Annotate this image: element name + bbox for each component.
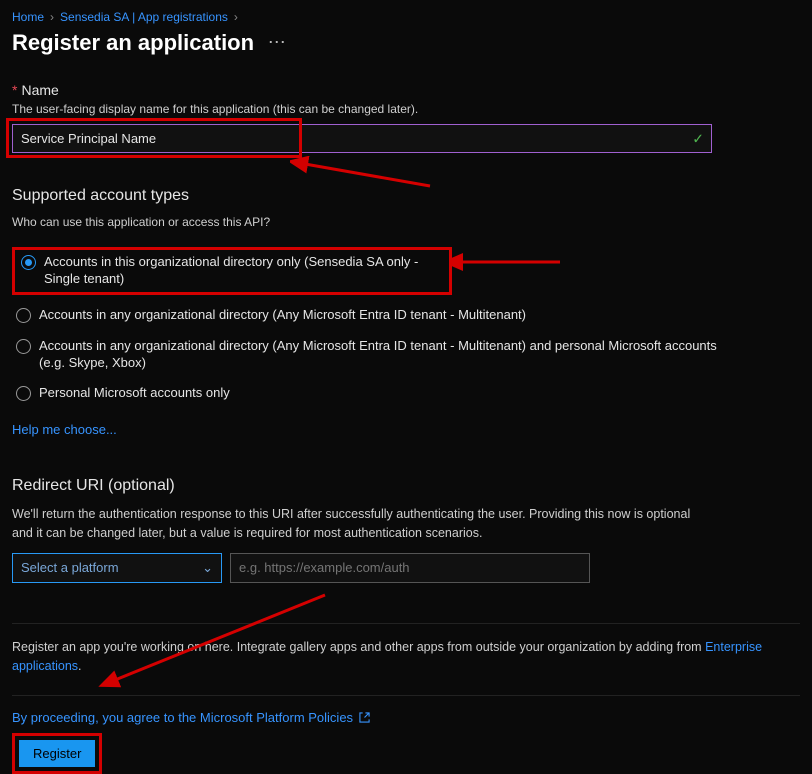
chevron-right-icon: ›: [50, 10, 54, 24]
account-type-personal-only[interactable]: Personal Microsoft accounts only: [12, 383, 800, 404]
account-types-question: Who can use this application or access t…: [12, 215, 800, 229]
radio-icon: [16, 386, 31, 401]
chevron-right-icon: ›: [234, 10, 238, 24]
radio-icon: [16, 339, 31, 354]
breadcrumb-tenant[interactable]: Sensedia SA | App registrations: [60, 10, 228, 24]
page-title: Register an application: [12, 30, 254, 56]
account-type-multitenant-personal[interactable]: Accounts in any organizational directory…: [12, 336, 800, 374]
name-description: The user-facing display name for this ap…: [12, 102, 800, 116]
display-name-input[interactable]: [12, 124, 712, 153]
redirect-uri-input[interactable]: [230, 553, 590, 583]
external-link-icon: [359, 712, 370, 723]
platform-policies-link[interactable]: By proceeding, you agree to the Microsof…: [12, 710, 353, 725]
account-types-radio-group: Accounts in this organizational director…: [12, 247, 800, 404]
more-actions-button[interactable]: ⋯: [268, 32, 286, 52]
account-type-multitenant[interactable]: Accounts in any organizational directory…: [12, 305, 800, 326]
checkmark-icon: ✓: [692, 130, 704, 147]
breadcrumb: Home › Sensedia SA | App registrations ›: [12, 10, 800, 24]
required-star-icon: *: [12, 82, 17, 98]
register-button[interactable]: Register: [19, 740, 95, 767]
breadcrumb-home[interactable]: Home: [12, 10, 44, 24]
chevron-down-icon: ⌄: [202, 560, 213, 576]
redirect-uri-heading: Redirect URI (optional): [12, 477, 800, 495]
platform-select[interactable]: Select a platform ⌄: [12, 553, 222, 583]
account-type-single-tenant[interactable]: Accounts in this organizational director…: [12, 247, 452, 295]
help-me-choose-link[interactable]: Help me choose...: [12, 422, 800, 437]
redirect-uri-description: We'll return the authentication response…: [12, 505, 712, 543]
radio-icon: [16, 308, 31, 323]
radio-icon: [21, 255, 36, 270]
name-label: *Name: [12, 82, 800, 98]
